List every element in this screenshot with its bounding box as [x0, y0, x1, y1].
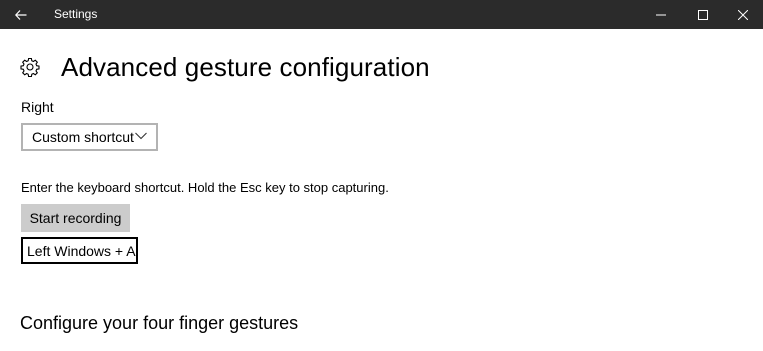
action-dropdown[interactable]: Custom shortcut: [21, 123, 158, 151]
minimize-icon: [656, 14, 666, 15]
section-title-four-finger: Configure your four finger gestures: [20, 313, 299, 333]
gear-icon: [20, 57, 40, 77]
direction-label: Right: [21, 99, 54, 115]
maximize-icon: [698, 9, 708, 20]
page-header: Advanced gesture configuration: [20, 50, 430, 84]
minimize-button[interactable]: [638, 0, 684, 29]
close-icon: [738, 9, 748, 20]
shortcut-capture-field[interactable]: Left Windows + A: [21, 237, 138, 264]
close-button[interactable]: [720, 0, 763, 29]
shortcut-instructions: Enter the keyboard shortcut. Hold the Es…: [21, 180, 389, 195]
arrow-left-icon: [15, 9, 27, 20]
window-title: Settings: [54, 7, 98, 21]
chevron-down-icon: [135, 132, 147, 140]
page-title: Advanced gesture configuration: [61, 51, 430, 82]
action-dropdown-value: Custom shortcut: [32, 129, 134, 145]
back-button[interactable]: [0, 0, 42, 29]
start-recording-button[interactable]: Start recording: [21, 204, 130, 232]
title-bar: Settings: [0, 0, 763, 29]
